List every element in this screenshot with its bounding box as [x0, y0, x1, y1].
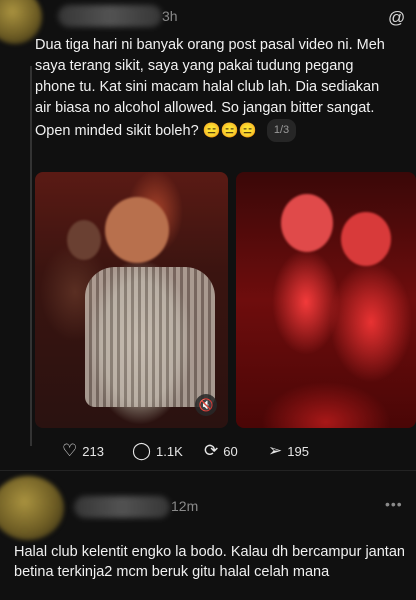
like-button[interactable]: ♡ 213	[62, 441, 104, 461]
post-media-image[interactable]	[236, 172, 416, 428]
post-media-video[interactable]: 🔇	[35, 172, 228, 428]
post-time: 3h	[162, 8, 178, 24]
media-page-indicator: 1/3	[266, 119, 297, 142]
heart-icon: ♡	[62, 441, 78, 460]
mute-icon[interactable]: 🔇	[195, 394, 217, 416]
share-count: 195	[287, 443, 309, 459]
blurred-face	[281, 194, 333, 252]
post-divider	[0, 470, 416, 471]
repost-count: 60	[223, 443, 238, 459]
reply-author-avatar[interactable]	[0, 476, 64, 540]
comment-icon: ◯	[132, 441, 152, 460]
media-subject	[85, 267, 215, 407]
blurred-face	[67, 220, 101, 260]
reply-text: Halal club kelentit engko la bodo. Kalau…	[14, 544, 405, 580]
share-button[interactable]: ➢ 195	[268, 441, 309, 461]
reply-time: 12m	[171, 498, 199, 514]
like-count: 213	[82, 443, 104, 459]
comment-button[interactable]: ◯ 1.1K	[132, 441, 183, 461]
author-name-redacted[interactable]	[58, 5, 162, 27]
post-text: Dua tiga hari ni banyak orang post pasal…	[35, 35, 395, 142]
more-icon[interactable]: •••	[385, 496, 403, 512]
repost-button[interactable]: ⟳ 60	[204, 441, 238, 461]
blurred-face	[105, 197, 169, 263]
blurred-face	[341, 212, 391, 266]
share-icon: ➢	[268, 441, 283, 460]
threads-logo-icon: @	[388, 8, 406, 27]
repost-icon: ⟳	[204, 441, 219, 460]
thread-connector-line	[30, 66, 32, 446]
post-actions: ♡ 213 ◯ 1.1K ⟳ 60 ➢ 195	[62, 441, 362, 463]
comment-count: 1.1K	[156, 443, 183, 459]
reply-author-name-redacted[interactable]	[74, 496, 170, 518]
post-body: Dua tiga hari ni banyak orang post pasal…	[35, 37, 385, 139]
